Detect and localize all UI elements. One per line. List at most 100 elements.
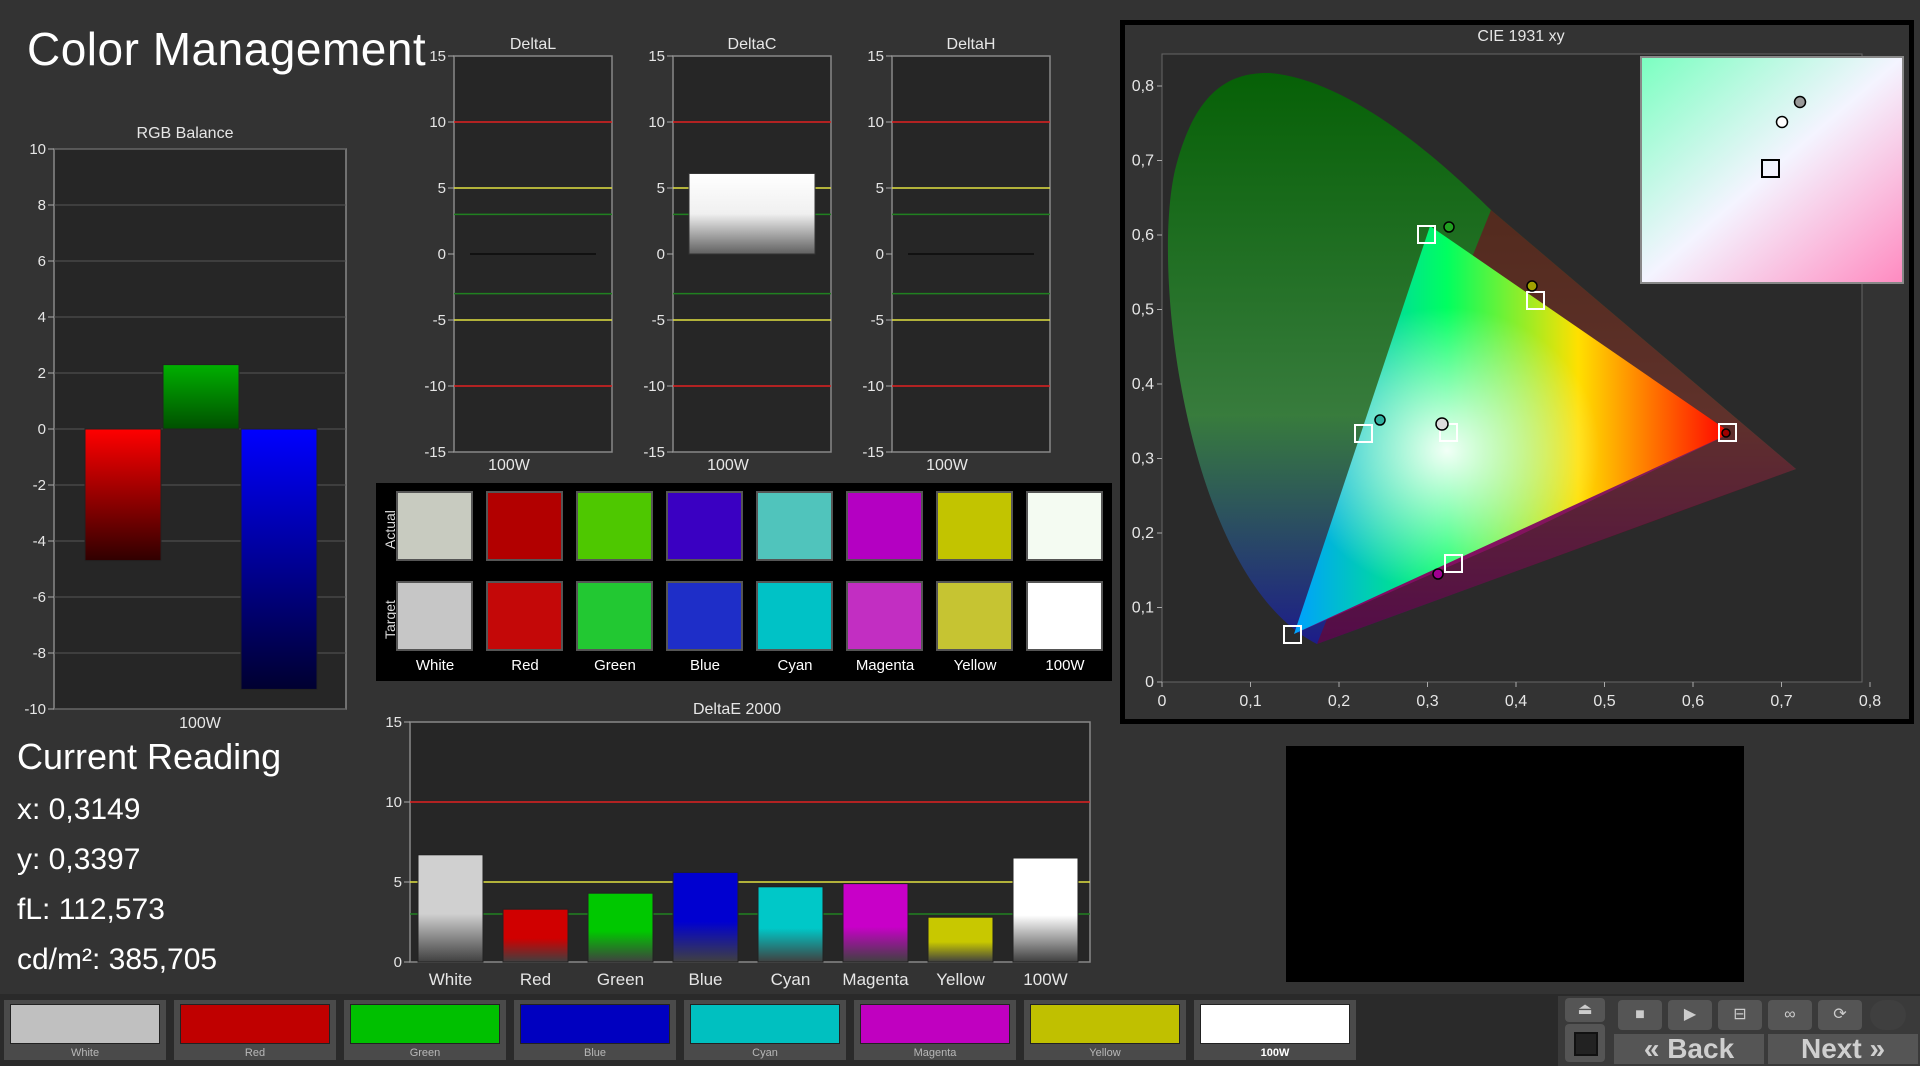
target-swatch-blue	[666, 581, 743, 651]
cie-xtick-label: 0,4	[1505, 693, 1527, 710]
delta-tick-label: -10	[643, 378, 665, 395]
delta-tick-label: 15	[429, 48, 446, 65]
patch-label: Magenta	[913, 1047, 957, 1059]
reading-fl: fL: 112,573	[17, 893, 165, 926]
patch-button-white[interactable]: White	[2, 998, 168, 1062]
eject-button[interactable]: ⏏	[1565, 998, 1605, 1022]
target-swatch-cyan	[756, 581, 833, 651]
rgb-tick-label: 0	[38, 421, 46, 438]
patch-color	[350, 1004, 500, 1044]
loop-button[interactable]: ∞	[1768, 1000, 1812, 1030]
play-button[interactable]: ▶	[1668, 1000, 1712, 1030]
cie-ytick-label: 0,8	[1132, 78, 1154, 95]
deltae-bar-red	[502, 908, 569, 963]
refresh-button[interactable]: ⟳	[1818, 1000, 1862, 1030]
reading-cdm2: cd/m²: 385,705	[17, 943, 218, 976]
delta-tick-label: -10	[424, 378, 446, 395]
patch-button-100w[interactable]: 100W	[1192, 998, 1358, 1062]
deltae-bar-label: Cyan	[771, 970, 811, 989]
delta-bar-1	[688, 172, 816, 255]
measured-white-marker	[1435, 417, 1449, 431]
delta-tick-label: -5	[433, 312, 446, 329]
delta-tick-label: 5	[657, 180, 665, 197]
patch-color	[1200, 1004, 1350, 1044]
deltae-chart: DeltaE 2000 15 10 5 0 White Red Green Blue Cyan…	[385, 701, 1091, 989]
delta-title-0: DeltaL	[510, 36, 556, 53]
delta-tick-label: -5	[652, 312, 665, 329]
deltae-bar-label: 100W	[1023, 970, 1067, 989]
delta-tick-label: 5	[876, 180, 884, 197]
swatch-label: Red	[511, 657, 539, 674]
deltae-bar-yellow	[927, 916, 994, 963]
delta-tick-label: 0	[438, 246, 446, 263]
delta-tick-label: 10	[648, 114, 665, 131]
swatch-label: Green	[594, 657, 636, 674]
patch-button-magenta[interactable]: Magenta	[852, 998, 1018, 1062]
swatch-comparison: Actual Target White Red Green Blue Cyan Magen…	[376, 483, 1112, 681]
zoom-measured-a	[1793, 95, 1807, 109]
target-swatch-yellow	[936, 581, 1013, 651]
patch-button-yellow[interactable]: Yellow	[1022, 998, 1188, 1062]
patch-color	[520, 1004, 670, 1044]
deltae-title: DeltaE 2000	[693, 701, 781, 718]
patch-button-green[interactable]: Green	[342, 998, 508, 1062]
next-button[interactable]: Next »	[1768, 1034, 1918, 1064]
delta-tick-label: 15	[648, 48, 665, 65]
preview-window	[1286, 746, 1744, 982]
cie-ytick-label: 0,2	[1132, 525, 1154, 542]
frame-button[interactable]: ⊟	[1718, 1000, 1762, 1030]
delta-tick-label: -15	[643, 444, 665, 461]
rgb-balance-title: RGB Balance	[137, 125, 234, 142]
patch-button-red[interactable]: Red	[172, 998, 338, 1062]
patch-label: Blue	[583, 1047, 607, 1059]
delta-xlabel-2: 100W	[926, 457, 969, 474]
target-swatch-white	[396, 581, 473, 651]
cie-ytick-label: 0,1	[1132, 600, 1154, 617]
deltae-bar-magenta	[842, 883, 909, 963]
swatch-label: Magenta	[855, 657, 915, 674]
deltae-bar-label: Yellow	[936, 970, 985, 989]
swatch-label: 100W	[1045, 657, 1085, 674]
delta-tick-label: 10	[867, 114, 884, 131]
fullscreen-button[interactable]	[1565, 1024, 1605, 1062]
patch-button-blue[interactable]: Blue	[512, 998, 678, 1062]
record-button[interactable]	[1870, 1000, 1906, 1030]
rgb-tick-label: 10	[29, 141, 46, 158]
current-reading-heading: Current Reading	[17, 736, 282, 777]
patch-color	[180, 1004, 330, 1044]
deltae-tick-label: 5	[394, 874, 402, 891]
delta-tick-label: 0	[876, 246, 884, 263]
patch-button-cyan[interactable]: Cyan	[682, 998, 848, 1062]
cie-chart: CIE 1931 xy 0 0,1 0,2 0,3 0,4 0,5 0,6 0,7 0,8 0 0,…	[1125, 25, 1909, 719]
patch-label: Red	[244, 1047, 266, 1059]
cie-xtick-label: 0,8	[1859, 693, 1881, 710]
deltae-bar-label: Blue	[688, 970, 722, 989]
actual-swatch-cyan	[756, 491, 833, 561]
cie-ytick-label: 0	[1145, 674, 1154, 691]
patch-label: 100W	[1260, 1047, 1290, 1059]
deltae-bar-blue	[672, 871, 739, 963]
delta-tick-label: -15	[424, 444, 446, 461]
zoom-measured-b	[1775, 115, 1789, 129]
cie-panel: CIE 1931 xy 0 0,1 0,2 0,3 0,4 0,5 0,6 0,7 0,8 0 0,…	[1120, 20, 1914, 724]
cie-ytick-label: 0,7	[1132, 153, 1154, 170]
back-button[interactable]: « Back	[1614, 1034, 1764, 1064]
delta-title-1: DeltaC	[728, 36, 777, 53]
delta-tick-label: -5	[871, 312, 884, 329]
cie-ytick-label: 0,5	[1132, 302, 1154, 319]
rgb-bar-red	[84, 428, 162, 562]
measured-magenta-marker	[1432, 568, 1444, 580]
rgb-balance-chart: RGB Balance 10 8 6 4 2 0 -2 -4 -6 -8 -10 100W	[24, 125, 347, 732]
deltae-bar-white	[417, 854, 484, 963]
patch-color	[10, 1004, 160, 1044]
delta-title-2: DeltaH	[947, 36, 996, 53]
delta-tick-label: 10	[429, 114, 446, 131]
cie-xtick-label: 0,6	[1682, 693, 1704, 710]
measured-green-marker	[1443, 221, 1455, 233]
target-swatch-red	[486, 581, 563, 651]
delta-tick-label: -15	[862, 444, 884, 461]
stop-button[interactable]: ■	[1618, 1000, 1662, 1030]
swatch-label: Cyan	[777, 657, 813, 674]
rgb-tick-label: -10	[24, 701, 46, 718]
patch-label: Cyan	[752, 1047, 778, 1059]
